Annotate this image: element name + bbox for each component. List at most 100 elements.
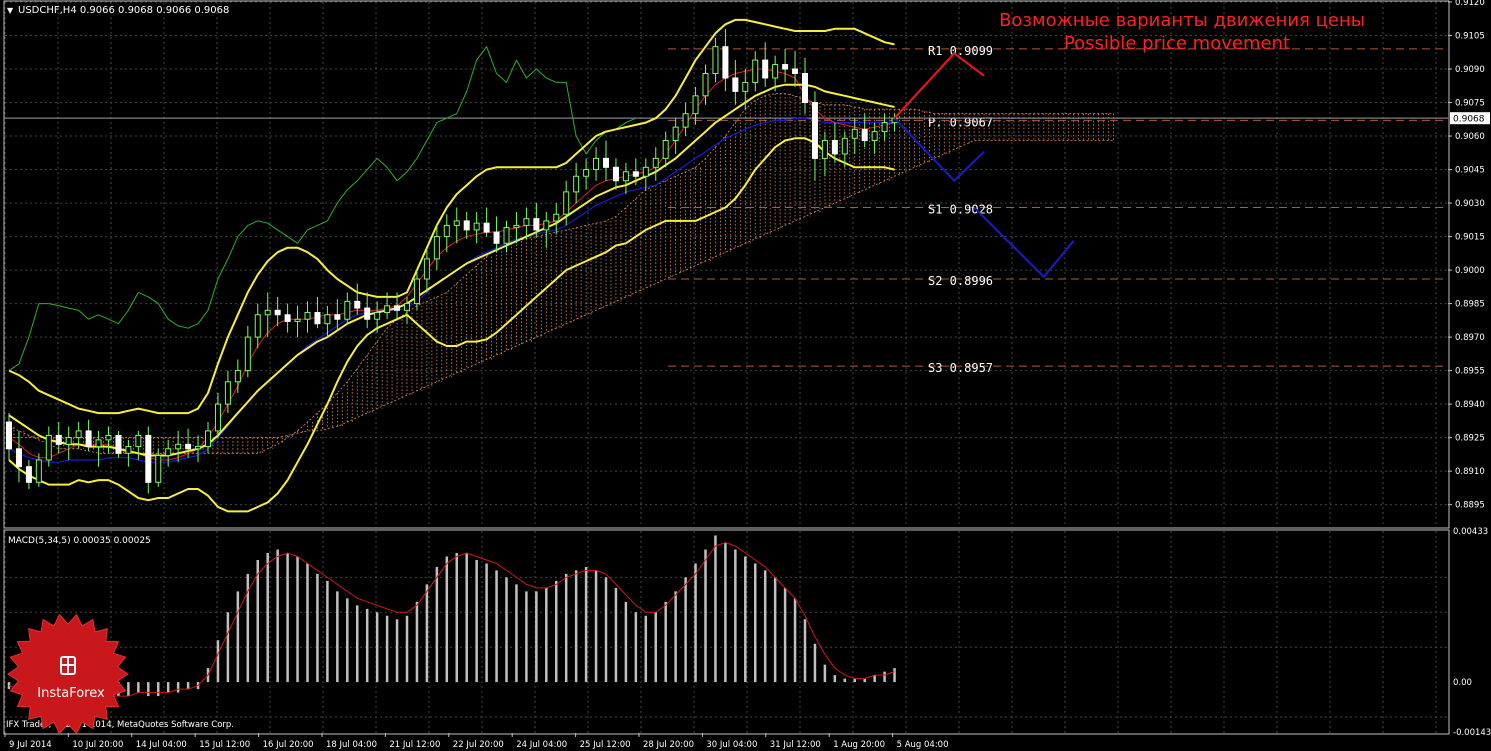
candle-body-up (264, 309, 271, 316)
candle-body-down (533, 218, 540, 231)
candle-body-up (135, 434, 142, 448)
x-tick-label: 30 Jul 04:00 (706, 740, 757, 750)
candle-body-up (503, 227, 510, 244)
level-label-s1: S1 0.9028 (928, 203, 993, 217)
candle-body-up (772, 64, 779, 79)
candle-body-up (622, 171, 629, 182)
candle-body-up (652, 157, 659, 168)
candle-body-down (145, 434, 152, 483)
candle-body-up (205, 430, 211, 448)
candle-body-up (404, 303, 410, 311)
candle-body-down (493, 231, 500, 244)
y-tick-label: 0.8910 (1455, 467, 1485, 477)
y-tick-label: 0.9075 (1455, 99, 1485, 109)
chart-title: USDCHF,H4 0.9066 0.9068 0.9066 0.9068 (18, 5, 229, 16)
candle-body-up (821, 140, 828, 159)
candle-body-up (155, 455, 162, 483)
annotation-en: Possible price movement (1064, 33, 1290, 54)
candle-body-up (473, 222, 480, 231)
candle-body-down (185, 443, 192, 450)
candle-body-up (851, 128, 858, 139)
y-tick-label: 0.8895 (1455, 501, 1485, 511)
x-tick-label: 14 Jul 04:00 (136, 740, 187, 750)
candle-body-up (294, 318, 301, 322)
y-tick-label: 0.9060 (1455, 132, 1485, 142)
macd-y-tick-label: 0.00 (1453, 678, 1472, 688)
candle-body-up (304, 312, 311, 320)
candle-body-down (354, 300, 361, 309)
x-tick-label: 21 Jul 12:00 (389, 740, 440, 750)
candle-body-up (543, 220, 550, 231)
candle-body-down (85, 430, 92, 448)
candle-body-down (463, 220, 470, 231)
candle-body-up (702, 72, 709, 97)
candle-body-down (115, 434, 122, 454)
candle-body-up (553, 213, 560, 222)
y-tick-label: 0.8970 (1455, 333, 1485, 343)
candle-body-up (65, 437, 72, 445)
candle-body-up (433, 236, 440, 260)
candle-body-up (662, 140, 669, 159)
candle-body-up (752, 59, 759, 83)
candle-body-up (593, 157, 600, 171)
x-tick-label: 15 Jul 12:00 (199, 740, 250, 750)
candle-body-up (682, 113, 689, 128)
candle-body-up (324, 314, 331, 325)
candle-body-up (105, 434, 112, 441)
logo-text: InstaForex (37, 686, 105, 701)
candle-body-up (175, 443, 182, 450)
candle-body-up (344, 300, 351, 320)
candle-body-up (384, 305, 391, 314)
x-tick-label: 5 Aug 04:00 (897, 740, 949, 750)
macd-y-tick-label: 0.00433 (1453, 527, 1488, 537)
current-price-tag: 0.9068 (1450, 112, 1490, 125)
candle-body-up (672, 126, 679, 142)
candle-body-down (55, 434, 62, 445)
candle-body-up (712, 46, 719, 74)
candle-body-down (732, 77, 739, 92)
candle-body-up (871, 131, 878, 142)
level-label-r1: R1 0.9099 (928, 44, 993, 58)
candle-body-down (811, 102, 818, 159)
candle-body-up (573, 175, 580, 193)
x-tick-label: 22 Jul 20:00 (453, 740, 504, 750)
y-tick-label: 0.8955 (1455, 367, 1485, 377)
candle-body-up (583, 169, 590, 177)
candle-body-down (274, 309, 281, 316)
candle-body-up (563, 191, 570, 215)
candle-body-up (244, 336, 251, 372)
current-price-label: 0.9068 (1453, 115, 1485, 125)
x-tick-label: 16 Jul 20:00 (263, 740, 314, 750)
candle-body-down (25, 466, 32, 483)
candle-body-up (254, 314, 261, 338)
candle-body-down (284, 314, 291, 322)
x-tick-label: 1 Aug 20:00 (833, 740, 885, 750)
y-tick-label: 0.9030 (1455, 199, 1485, 209)
candle-body-up (423, 258, 430, 280)
y-tick-label: 0.8925 (1455, 434, 1485, 444)
x-tick-label: 18 Jul 04:00 (326, 740, 377, 750)
candle-body-up (195, 446, 202, 450)
level-label-p: P. 0.9067 (928, 115, 993, 129)
candle-body-up (95, 439, 102, 448)
candle-body-up (453, 220, 460, 226)
chart-canvas[interactable]: R1 0.9099 P. 0.9067 S1 0.9028 S2 0.8996 S3 0… (0, 0, 1491, 751)
candle-body-down (603, 157, 609, 168)
candle-body-up (125, 446, 132, 454)
level-label-s2: S2 0.8996 (928, 274, 993, 288)
copyright-text: IFX Trader, © 2001-2014, MetaQuotes Soft… (6, 720, 234, 730)
candle-body-up (35, 459, 42, 483)
x-tick-label: 31 Jul 12:00 (770, 740, 821, 750)
candle-body-up (742, 81, 749, 92)
y-tick-label: 0.8985 (1455, 300, 1485, 310)
candle-body-up (642, 166, 649, 177)
candle-body-down (792, 68, 799, 74)
y-tick-label: 0.9000 (1455, 266, 1485, 276)
x-tick-label: 28 Jul 20:00 (643, 740, 694, 750)
y-tick-label: 0.9015 (1455, 233, 1485, 243)
menu-triangle-icon[interactable]: ▼ (7, 6, 14, 15)
y-tick-label: 0.9090 (1455, 65, 1485, 75)
candle-body-up (214, 403, 221, 432)
candle-body-up (75, 430, 82, 439)
candle-body-down (394, 305, 401, 311)
